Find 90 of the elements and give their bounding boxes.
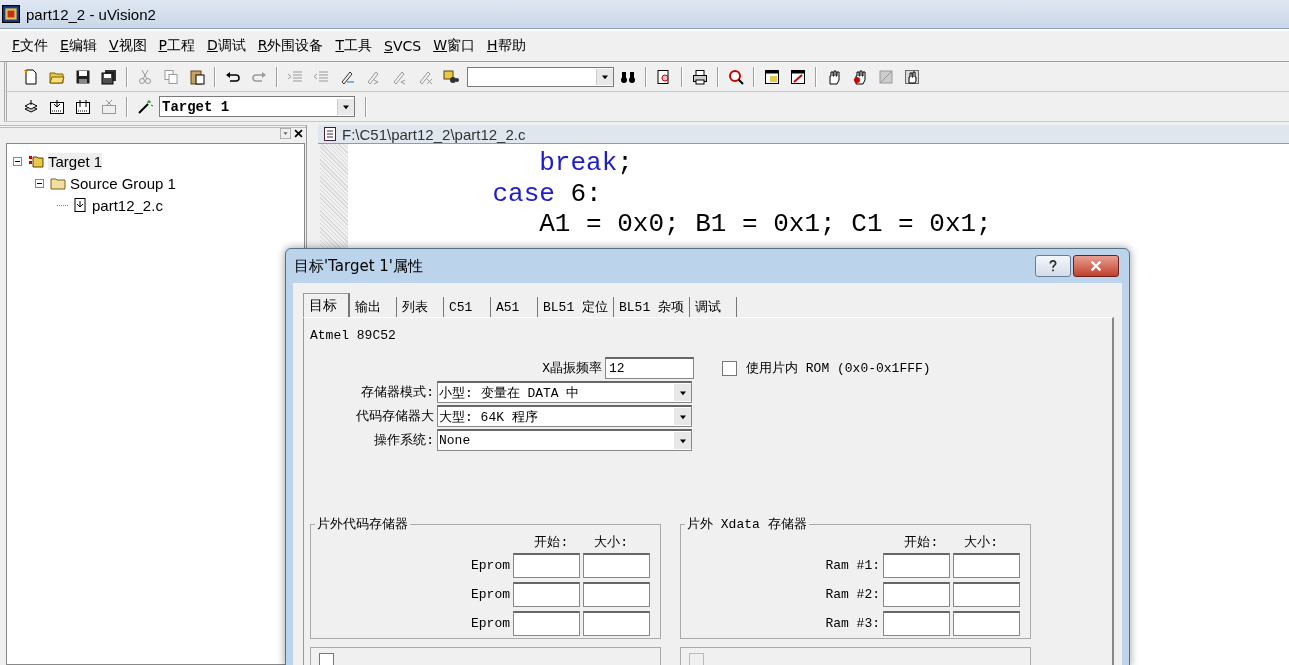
file-path: F:\C51\part12_2\part12_2.c <box>342 125 526 143</box>
save-all-icon[interactable] <box>101 68 117 85</box>
field-label: Eprom <box>471 587 510 602</box>
document-icon <box>322 126 338 142</box>
find-combo[interactable] <box>467 66 614 87</box>
hand-stop-icon[interactable] <box>852 68 868 85</box>
field-label: Ram #1: <box>825 558 880 573</box>
checkbox[interactable] <box>319 653 334 665</box>
column-header: 开始: <box>904 534 939 551</box>
dialog-tab[interactable]: 输出 <box>350 297 397 317</box>
group-title: 片外代码存储器 <box>316 516 409 533</box>
target-folder-icon <box>28 153 44 169</box>
menu-item[interactable]: P工程 <box>158 37 195 55</box>
copy-icon[interactable] <box>163 68 179 85</box>
input-field[interactable] <box>513 582 580 607</box>
close-icon <box>1089 259 1103 273</box>
help-button[interactable] <box>1035 255 1071 277</box>
checkbox-label: 使用片内 ROM (0x0-0x1FFF) <box>746 360 931 377</box>
collapse-toggle-icon[interactable] <box>13 156 24 166</box>
column-header: 开始: <box>534 534 569 551</box>
dialog-tab[interactable]: 目标 <box>303 293 350 317</box>
close-button[interactable] <box>1073 255 1119 277</box>
dialog-title: 目标'Target 1'属性 <box>294 256 424 276</box>
dialog-tab[interactable]: 调试 <box>690 297 738 317</box>
window-icon[interactable] <box>764 68 780 85</box>
input-field[interactable] <box>953 553 1020 578</box>
menu-item[interactable]: H帮助 <box>487 37 526 55</box>
app-icon <box>2 5 20 23</box>
field-label: Ram #2: <box>825 587 880 602</box>
paste-icon[interactable] <box>189 68 205 85</box>
column-header: 大小: <box>594 534 628 551</box>
code-line: case 6: <box>491 178 603 209</box>
menu-item[interactable]: SVCS <box>384 38 422 54</box>
field-label: X晶振频率 <box>541 360 602 377</box>
input-field[interactable] <box>883 553 950 578</box>
menu-item[interactable]: D调试 <box>206 37 246 55</box>
column-header: 大小: <box>964 534 998 551</box>
dialog-tab[interactable]: BL51 杂项 <box>614 297 691 317</box>
input-field[interactable] <box>583 553 650 578</box>
code-line: break; <box>538 148 634 179</box>
dialog-tab[interactable]: A51 <box>491 297 538 317</box>
field-label: 存储器模式: <box>360 384 434 401</box>
input-field[interactable] <box>513 611 580 636</box>
target-select[interactable]: Target 1 <box>159 96 355 117</box>
tree-item[interactable]: part12_2.c <box>92 196 163 214</box>
tree-item[interactable]: Target 1 <box>48 152 103 170</box>
menu-item[interactable]: V视图 <box>108 37 147 55</box>
input-field[interactable] <box>583 582 650 607</box>
device-name: Atmel 89C52 <box>310 328 396 345</box>
magnifier-icon[interactable] <box>728 68 744 85</box>
hand-grid-icon[interactable] <box>904 68 920 85</box>
input-field[interactable] <box>513 553 580 578</box>
dropdown[interactable]: 小型: 变量在 DATA 中 <box>437 381 692 403</box>
input-field[interactable] <box>953 582 1020 607</box>
field-label: Ram #3: <box>825 616 880 631</box>
collapse-toggle-icon[interactable] <box>35 178 46 188</box>
save-icon[interactable] <box>75 68 91 85</box>
field-label: 代码存储器大 <box>355 408 434 425</box>
file-search-icon[interactable] <box>656 68 672 85</box>
file-icon <box>72 197 88 213</box>
menu-item[interactable]: R外围设备 <box>257 37 324 55</box>
field-label: Eprom <box>471 616 510 631</box>
wand-icon[interactable] <box>137 98 153 115</box>
field-label: 操作系统: <box>373 432 434 449</box>
code-line: A1 = 0x0; B1 = 0x1; C1 = 0x1; <box>538 209 993 240</box>
input-field[interactable]: 12 <box>605 357 694 379</box>
menu-item[interactable]: W窗口 <box>433 37 475 55</box>
menu-item[interactable]: F文件 <box>12 37 49 55</box>
field-label: Eprom <box>471 558 510 573</box>
folder-icon <box>50 175 66 191</box>
printer-icon[interactable] <box>692 68 708 85</box>
window-title: part12_2 - uVision2 <box>26 5 156 23</box>
dialog-tab[interactable]: 列表 <box>397 297 444 317</box>
menu-item[interactable]: T工具 <box>335 37 373 55</box>
close-icon[interactable] <box>293 128 304 139</box>
input-field[interactable] <box>583 611 650 636</box>
hand-icon[interactable] <box>826 68 842 85</box>
input-field[interactable] <box>953 611 1020 636</box>
input-field[interactable] <box>883 611 950 636</box>
new-file-icon[interactable] <box>23 68 39 85</box>
build-stack-icon[interactable] <box>23 98 39 115</box>
dropdown[interactable]: 大型: 64K 程序 <box>437 405 692 427</box>
menu-item[interactable]: E编辑 <box>60 37 97 55</box>
group-title: 片外 Xdata 存储器 <box>686 516 808 533</box>
checkbox[interactable] <box>722 360 737 376</box>
input-field[interactable] <box>883 582 950 607</box>
dialog-tab[interactable]: C51 <box>444 297 491 317</box>
dropdown[interactable]: None <box>437 429 692 451</box>
tree-item[interactable]: Source Group 1 <box>70 174 176 192</box>
dialog-tab[interactable]: BL51 定位 <box>538 297 614 317</box>
